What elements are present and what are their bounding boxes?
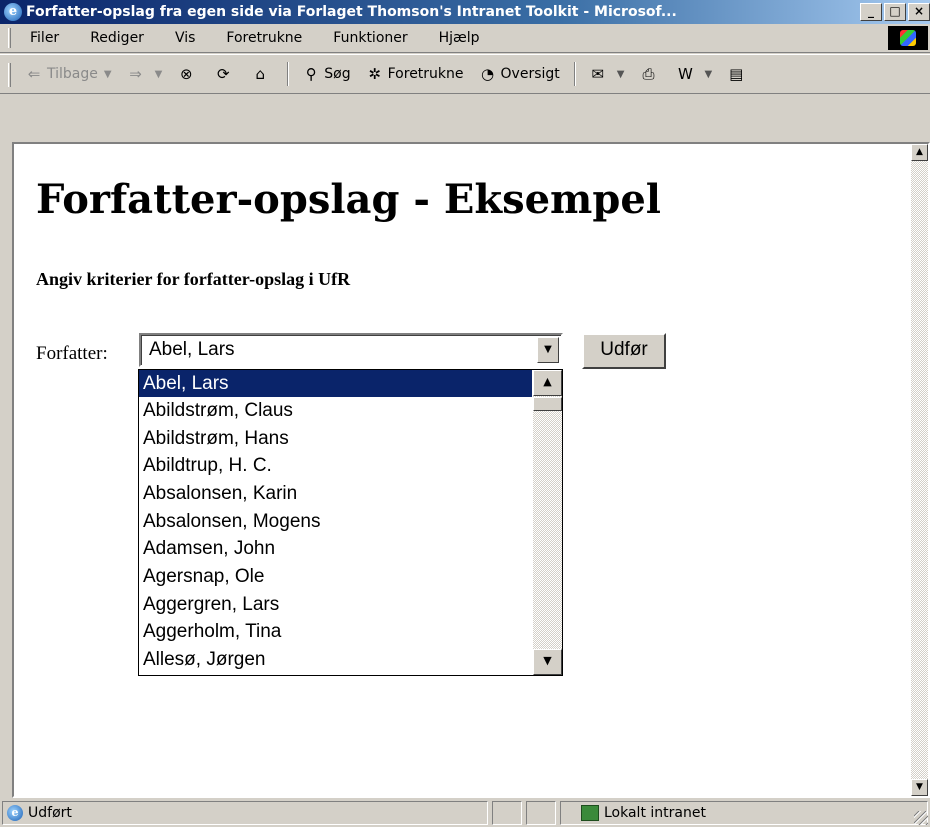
forward-button[interactable]: ⇒ ▼	[126, 64, 163, 84]
menu-vis[interactable]: Vis	[161, 30, 195, 46]
chevron-down-icon: ▼	[704, 68, 713, 80]
author-dropdown-list[interactable]: Abel, Lars Abildstrøm, Claus Abildstrøm,…	[138, 369, 563, 676]
window-controls: _ □ ×	[860, 3, 930, 21]
list-item[interactable]: Abel, Lars	[139, 370, 532, 397]
history-label: Oversigt	[500, 66, 560, 82]
author-label: Forfatter:	[36, 343, 108, 364]
page-content: Forfatter-opslag - Eksempel Angiv kriter…	[14, 144, 912, 796]
search-button[interactable]: ⚲ Søg	[301, 64, 351, 84]
word-icon: W	[678, 65, 693, 83]
stop-icon: ⊗	[179, 65, 193, 83]
status-pane: e Udført	[2, 801, 488, 825]
list-item[interactable]: Aggergren, Lars	[139, 591, 532, 618]
menu-hjaelp[interactable]: Hjælp	[425, 30, 480, 46]
chevron-up-icon[interactable]: ▲	[911, 144, 928, 161]
dropdown-scroll-thumb[interactable]	[533, 397, 562, 411]
favorites-button[interactable]: ✲ Foretrukne	[365, 64, 464, 84]
mail-button[interactable]: ✉ ▼	[588, 64, 625, 84]
refresh-icon: ⟳	[216, 65, 230, 83]
list-item[interactable]: Absalonsen, Mogens	[139, 508, 532, 535]
arrow-right-icon: ⇒	[129, 65, 142, 83]
toolbar-grip[interactable]	[8, 63, 11, 87]
author-select-value: Abel, Lars	[149, 339, 235, 360]
arrow-left-icon: ⇐	[27, 65, 41, 83]
favorites-icon: ✲	[368, 65, 381, 83]
search-label: Søg	[324, 66, 351, 82]
dropdown-scrollbar[interactable]: ▲ ▼	[533, 370, 562, 675]
menu-filer[interactable]: Filer	[16, 30, 59, 46]
history-button[interactable]: ◔ Oversigt	[478, 64, 560, 84]
toolbar-separator	[287, 62, 290, 86]
menu-rediger[interactable]: Rediger	[76, 30, 144, 46]
page-viewport: Forfatter-opslag - Eksempel Angiv kriter…	[12, 142, 930, 798]
refresh-button[interactable]: ⟳	[213, 64, 236, 84]
list-item[interactable]: Abildtrup, H. C.	[139, 452, 532, 479]
close-button[interactable]: ×	[908, 3, 930, 21]
resize-grip[interactable]	[914, 811, 928, 825]
chevron-down-icon[interactable]: ▼	[911, 779, 928, 796]
stop-button[interactable]: ⊗	[176, 64, 199, 84]
page-title: Forfatter-opslag - Eksempel	[36, 176, 661, 223]
home-icon: ⌂	[255, 65, 266, 83]
back-label: Tilbage	[47, 66, 98, 82]
intranet-zone-icon	[581, 805, 599, 821]
list-item[interactable]: Abildstrøm, Hans	[139, 425, 532, 452]
status-pane-empty	[492, 801, 522, 825]
status-pane-empty	[526, 801, 556, 825]
printer-icon: ⎙	[642, 65, 655, 83]
chevron-down-icon[interactable]: ▼	[533, 649, 562, 675]
back-button[interactable]: ⇐ Tilbage ▼	[24, 64, 112, 84]
menu-foretrukne[interactable]: Foretrukne	[212, 30, 302, 46]
menu-grip[interactable]	[8, 28, 11, 48]
page-scrollbar[interactable]: ▲ ▼	[911, 144, 928, 796]
menu-bar: Filer Rediger Vis Foretrukne Funktioner …	[0, 24, 930, 53]
chevron-down-icon: ▼	[103, 68, 112, 80]
zone-pane: Lokalt intranet	[560, 801, 928, 825]
chevron-down-icon: ▼	[154, 68, 163, 80]
list-item[interactable]: Adamsen, John	[139, 535, 532, 562]
window-title: Forfatter-opslag fra egen side via Forla…	[26, 4, 677, 20]
home-button[interactable]: ⌂	[250, 64, 273, 84]
list-item[interactable]: Abildstrøm, Claus	[139, 397, 532, 424]
windows-logo-icon	[888, 26, 928, 50]
zone-text: Lokalt intranet	[604, 805, 706, 821]
list-item[interactable]: Allesø, Jørgen	[139, 646, 532, 673]
toolbar: ⇐ Tilbage ▼ ⇒ ▼ ⊗ ⟳ ⌂ ⚲ Søg ✲ Foretrukne…	[0, 54, 930, 94]
toolbar-separator	[573, 62, 576, 86]
search-icon: ⚲	[305, 65, 317, 83]
minimize-button[interactable]: _	[860, 3, 882, 21]
status-text: Udført	[28, 805, 72, 821]
chevron-up-icon[interactable]: ▲	[533, 370, 562, 396]
history-icon: ◔	[480, 65, 495, 83]
list-item[interactable]: Absalonsen, Karin	[139, 480, 532, 507]
ie-page-icon: e	[7, 805, 23, 821]
discuss-button[interactable]: ▤	[726, 64, 749, 84]
title-bar: e Forfatter-opslag fra egen side via For…	[0, 0, 930, 24]
status-bar: e Udført Lokalt intranet	[0, 798, 930, 827]
chevron-down-icon: ▼	[616, 68, 625, 80]
mail-icon: ✉	[591, 65, 605, 83]
discuss-icon: ▤	[729, 65, 744, 83]
menu-funktioner[interactable]: Funktioner	[319, 30, 407, 46]
favorites-label: Foretrukne	[387, 66, 464, 82]
submit-button[interactable]: Udfør	[582, 333, 666, 369]
page-subtitle: Angiv kriterier for forfatter-opslag i U…	[36, 269, 351, 289]
print-button[interactable]: ⎙	[638, 64, 661, 84]
author-select[interactable]: Abel, Lars ▼	[139, 333, 563, 367]
chevron-down-icon[interactable]: ▼	[537, 337, 559, 363]
list-item[interactable]: Aggerholm, Tina	[139, 618, 532, 645]
edit-button[interactable]: W ▼	[675, 64, 712, 84]
maximize-button[interactable]: □	[884, 3, 906, 21]
list-item[interactable]: Agersnap, Ole	[139, 563, 532, 590]
ie-logo-icon[interactable]: e	[4, 3, 22, 21]
